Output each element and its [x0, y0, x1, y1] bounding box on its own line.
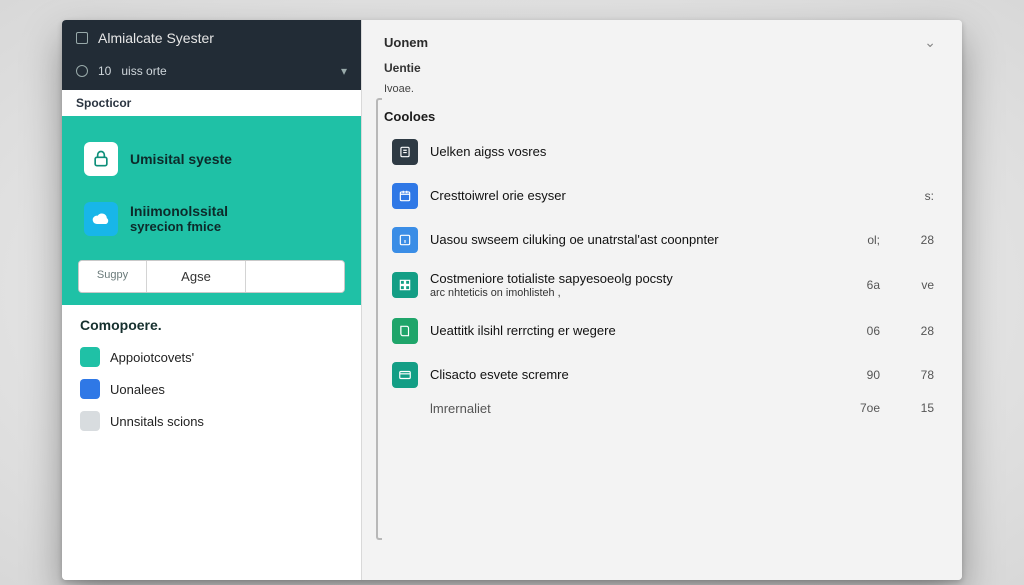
- list-item[interactable]: Uelken aigss vosres: [390, 130, 936, 174]
- nav-item-label: Umisital syeste: [130, 151, 232, 167]
- segment-c[interactable]: [246, 261, 344, 292]
- app-window: Almialcate Syester 10 uiss orte ▾ Spocti…: [62, 20, 962, 580]
- category-item-actions[interactable]: Unnsitals scions: [80, 405, 343, 437]
- group-title: Cooloes: [384, 109, 936, 124]
- meta-value: 28: [894, 233, 934, 247]
- list-item-meta: 06 28: [840, 324, 934, 338]
- nav-item-label: Iniimonolssital syrecion fmice: [130, 203, 228, 234]
- note-icon: [392, 139, 418, 165]
- check-icon: [76, 32, 88, 44]
- list-item-meta: 90 78: [840, 368, 934, 382]
- breadcrumb-row: Uonem ⌄: [384, 34, 936, 51]
- meta-value: 7oe: [840, 401, 880, 415]
- breadcrumb[interactable]: Uonem: [384, 35, 428, 50]
- meta-value: 6a: [840, 278, 880, 292]
- list-item[interactable]: Clisacto esvete scremre 90 78: [390, 353, 936, 397]
- item-list: Uelken aigss vosres Cresttoiwrel orie esy…: [390, 130, 936, 425]
- list-item[interactable]: Ueattitk ilsihl rerrcting er wegere 06 28: [390, 309, 936, 353]
- calendar-icon: [392, 183, 418, 209]
- category-block: Comopoere. Appoiotcovets' Uonalees Unnsi…: [62, 305, 361, 445]
- list-item-label: Clisacto esvete scremre: [430, 367, 828, 383]
- filter-bar[interactable]: 10 uiss orte ▾: [62, 56, 361, 90]
- nav-item-protection[interactable]: Iniimonolssital syrecion fmice: [78, 192, 345, 246]
- meta-value: 90: [840, 368, 880, 382]
- sidebar: Almialcate Syester 10 uiss orte ▾ Spocti…: [62, 20, 362, 580]
- category-label: Appoiotcovets': [110, 350, 194, 365]
- group-bracket: [376, 98, 382, 540]
- swatch-blue: [80, 379, 100, 399]
- footer-label: lmrernaliet: [430, 401, 828, 417]
- nav-item-uninstall[interactable]: Umisital syeste: [78, 132, 345, 186]
- meta-value: 28: [894, 324, 934, 338]
- heading-tertiary: Ivoae.: [384, 83, 936, 95]
- chevron-down-icon[interactable]: ▾: [341, 64, 347, 78]
- list-item-label: Ueattitk ilsihl rerrcting er wegere: [430, 323, 828, 339]
- book-icon: [392, 318, 418, 344]
- filter-label: uiss orte: [121, 64, 166, 78]
- titlebar: Almialcate Syester: [62, 20, 361, 56]
- grid-icon: [392, 272, 418, 298]
- meta-value: 15: [894, 401, 934, 415]
- filter-count: 10: [98, 64, 111, 78]
- list-item-label: Uelken aigss vosres: [430, 144, 934, 160]
- swatch-gray: [80, 411, 100, 431]
- list-item-meta: ol; 28: [840, 233, 934, 247]
- category-label: Uonalees: [110, 382, 165, 397]
- app-title: Almialcate Syester: [98, 30, 214, 46]
- sidebar-section-header: Spocticor: [62, 90, 361, 116]
- sidebar-nav-block: Umisital syeste Iniimonolssital syrecion…: [62, 116, 361, 305]
- cloud-icon: [84, 202, 118, 236]
- segment-a[interactable]: Sugpy: [79, 261, 147, 292]
- list-item-label: Costmeniore totialiste sapyesoeolg pocst…: [430, 271, 828, 300]
- list-item[interactable]: Costmeniore totialiste sapyesoeolg pocst…: [390, 262, 936, 309]
- category-item-apps[interactable]: Appoiotcovets': [80, 341, 343, 373]
- chevron-down-icon[interactable]: ⌄: [924, 34, 936, 51]
- swatch-teal: [80, 347, 100, 367]
- radio-icon: [76, 65, 88, 77]
- list-item-label: Uasou swseem ciluking oe unatrstal'ast c…: [430, 232, 828, 248]
- category-item-updates[interactable]: Uonalees: [80, 373, 343, 405]
- heading-secondary: Uentie: [384, 61, 936, 75]
- lock-icon: [84, 142, 118, 176]
- meta-value: ve: [894, 278, 934, 292]
- card-icon: [392, 362, 418, 388]
- category-label: Unnsitals scions: [110, 414, 204, 429]
- meta-value: 78: [894, 368, 934, 382]
- info-icon: [392, 227, 418, 253]
- segment-control[interactable]: Sugpy Agse: [78, 260, 345, 293]
- category-title: Comopoere.: [80, 317, 343, 333]
- list-item-meta: s:: [894, 189, 934, 203]
- list-item-label: Cresttoiwrel orie esyser: [430, 188, 882, 204]
- list-item[interactable]: Cresttoiwrel orie esyser s:: [390, 174, 936, 218]
- meta-value: s:: [894, 189, 934, 203]
- meta-value: ol;: [840, 233, 880, 247]
- footer-meta: 7oe 15: [840, 401, 934, 415]
- meta-value: 06: [840, 324, 880, 338]
- main-panel: Uonem ⌄ Uentie Ivoae. Cooloes Uelken aig…: [362, 20, 962, 580]
- list-item[interactable]: Uasou swseem ciluking oe unatrstal'ast c…: [390, 218, 936, 262]
- list-footer: lmrernaliet 7oe 15: [390, 397, 936, 426]
- segment-b[interactable]: Agse: [147, 261, 246, 292]
- list-item-meta: 6a ve: [840, 278, 934, 292]
